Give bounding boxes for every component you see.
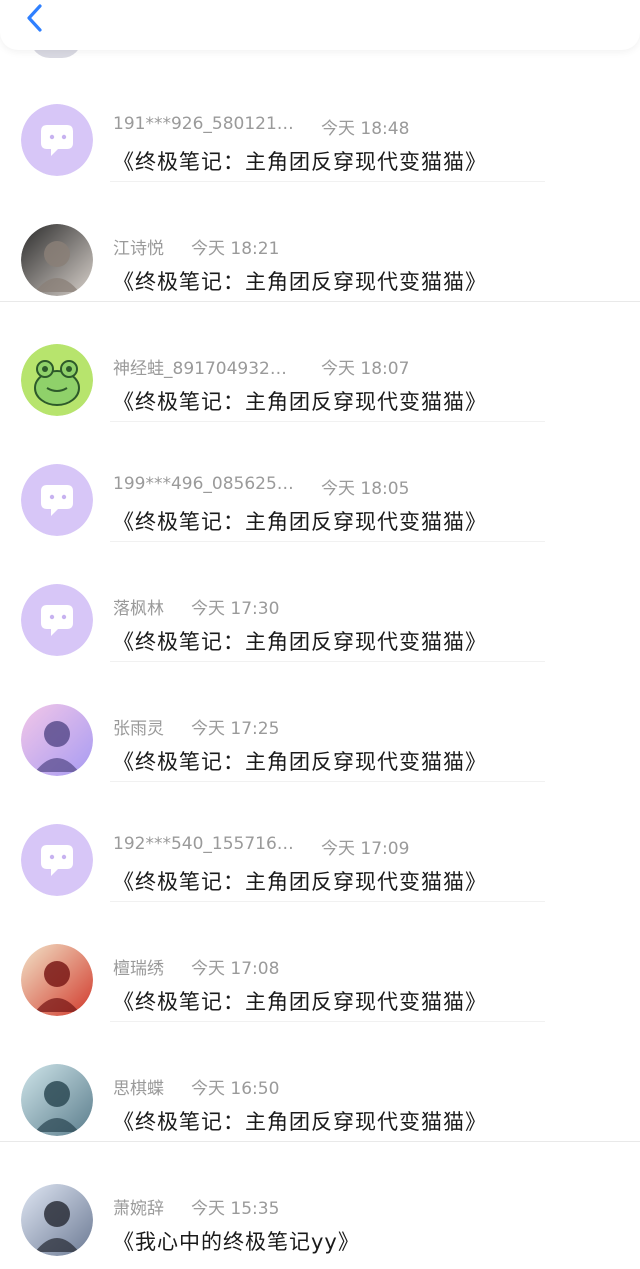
back-button[interactable]: [14, 0, 54, 36]
sender-name[interactable]: 191***926_580121…: [113, 114, 294, 134]
message-time: 今天 15:35: [191, 1199, 280, 1219]
message-text: 《终极笔记：主角团反穿现代变猫猫》: [113, 270, 487, 294]
user-avatar-photo: [21, 944, 93, 1016]
message-text: 《终极笔记：主角团反穿现代变猫猫》: [113, 630, 487, 654]
message-text: 《终极笔记：主角团反穿现代变猫猫》: [113, 990, 487, 1014]
message-list: 191***926_580121… 今天 18:48 《终极笔记：主角团反穿现代…: [0, 62, 640, 1262]
user-avatar-photo: [21, 224, 93, 296]
message-text: 《终极笔记：主角团反穿现代变猫猫》: [113, 390, 487, 414]
message-row[interactable]: 落枫林 今天 17:30 《终极笔记：主角团反穿现代变猫猫》: [0, 542, 640, 662]
sender-name[interactable]: 199***496_085625…: [113, 474, 294, 494]
avatar[interactable]: [21, 584, 93, 656]
sender-name[interactable]: 思棋蝶: [113, 1074, 164, 1099]
message-time: 今天 18:05: [321, 479, 410, 499]
sender-name[interactable]: 192***540_155716…: [113, 834, 294, 854]
message-row[interactable]: 191***926_580121… 今天 18:48 《终极笔记：主角团反穿现代…: [0, 62, 640, 182]
avatar[interactable]: [21, 104, 93, 176]
avatar[interactable]: [21, 944, 93, 1016]
message-row[interactable]: 江诗悦 今天 18:21 《终极笔记：主角团反穿现代变猫猫》: [0, 182, 640, 302]
message-meta: 落枫林 今天 17:30: [113, 594, 613, 619]
message-row[interactable]: 神经蛙_891704932… 今天 18:07 《终极笔记：主角团反穿现代变猫猫…: [0, 302, 640, 422]
message-meta: 191***926_580121… 今天 18:48: [113, 114, 613, 139]
message-meta: 199***496_085625… 今天 18:05: [113, 474, 613, 499]
message-time: 今天 18:07: [321, 359, 410, 379]
message-text: 《终极笔记：主角团反穿现代变猫猫》: [113, 1110, 487, 1134]
message-time: 今天 17:08: [191, 959, 280, 979]
sender-name[interactable]: 檀瑞绣: [113, 954, 164, 979]
avatar[interactable]: [21, 344, 93, 416]
message-time: 今天 17:09: [321, 839, 410, 859]
sender-name[interactable]: 江诗悦: [113, 234, 164, 259]
top-bar: [0, 0, 640, 50]
message-text: 《终极笔记：主角团反穿现代变猫猫》: [113, 870, 487, 894]
message-row[interactable]: 192***540_155716… 今天 17:09 《终极笔记：主角团反穿现代…: [0, 782, 640, 902]
avatar[interactable]: [21, 704, 93, 776]
chat-bubble-icon: [21, 104, 93, 176]
avatar[interactable]: [21, 1064, 93, 1136]
avatar[interactable]: [21, 824, 93, 896]
message-row[interactable]: 檀瑞绣 今天 17:08 《终极笔记：主角团反穿现代变猫猫》: [0, 902, 640, 1022]
message-time: 今天 17:25: [191, 719, 280, 739]
message-meta: 张雨灵 今天 17:25: [113, 714, 613, 739]
message-meta: 檀瑞绣 今天 17:08: [113, 954, 613, 979]
message-row[interactable]: 张雨灵 今天 17:25 《终极笔记：主角团反穿现代变猫猫》: [0, 662, 640, 782]
avatar[interactable]: [21, 224, 93, 296]
chat-bubble-icon: [21, 824, 93, 896]
sender-name[interactable]: 神经蛙_891704932…: [113, 354, 287, 379]
message-meta: 192***540_155716… 今天 17:09: [113, 834, 613, 859]
sender-name[interactable]: 张雨灵: [113, 714, 164, 739]
avatar[interactable]: [21, 464, 93, 536]
message-row[interactable]: 思棋蝶 今天 16:50 《终极笔记：主角团反穿现代变猫猫》: [0, 1022, 640, 1142]
message-meta: 江诗悦 今天 18:21: [113, 234, 613, 259]
chat-bubble-icon: [21, 584, 93, 656]
user-avatar-photo: [21, 1184, 93, 1256]
message-text: 《终极笔记：主角团反穿现代变猫猫》: [113, 150, 487, 174]
message-meta: 神经蛙_891704932… 今天 18:07: [113, 354, 613, 379]
message-time: 今天 17:30: [191, 599, 280, 619]
user-avatar-photo: [21, 1064, 93, 1136]
message-text: 《终极笔记：主角团反穿现代变猫猫》: [113, 750, 487, 774]
message-meta: 萧婉辞 今天 15:35: [113, 1194, 613, 1219]
user-avatar-photo: [21, 704, 93, 776]
message-meta: 思棋蝶 今天 16:50: [113, 1074, 613, 1099]
message-row[interactable]: 萧婉辞 今天 15:35 《我心中的终极笔记yy》: [0, 1142, 640, 1262]
frog-icon: [21, 344, 93, 416]
avatar[interactable]: [21, 1184, 93, 1256]
message-time: 今天 18:48: [321, 119, 410, 139]
sender-name[interactable]: 落枫林: [113, 594, 164, 619]
message-time: 今天 18:21: [191, 239, 280, 259]
back-chevron-icon: [27, 4, 42, 32]
sender-name[interactable]: 萧婉辞: [113, 1194, 164, 1219]
message-text: 《终极笔记：主角团反穿现代变猫猫》: [113, 510, 487, 534]
message-row[interactable]: 199***496_085625… 今天 18:05 《终极笔记：主角团反穿现代…: [0, 422, 640, 542]
chat-bubble-icon: [21, 464, 93, 536]
message-time: 今天 16:50: [191, 1079, 280, 1099]
message-text: 《我心中的终极笔记yy》: [113, 1230, 360, 1254]
